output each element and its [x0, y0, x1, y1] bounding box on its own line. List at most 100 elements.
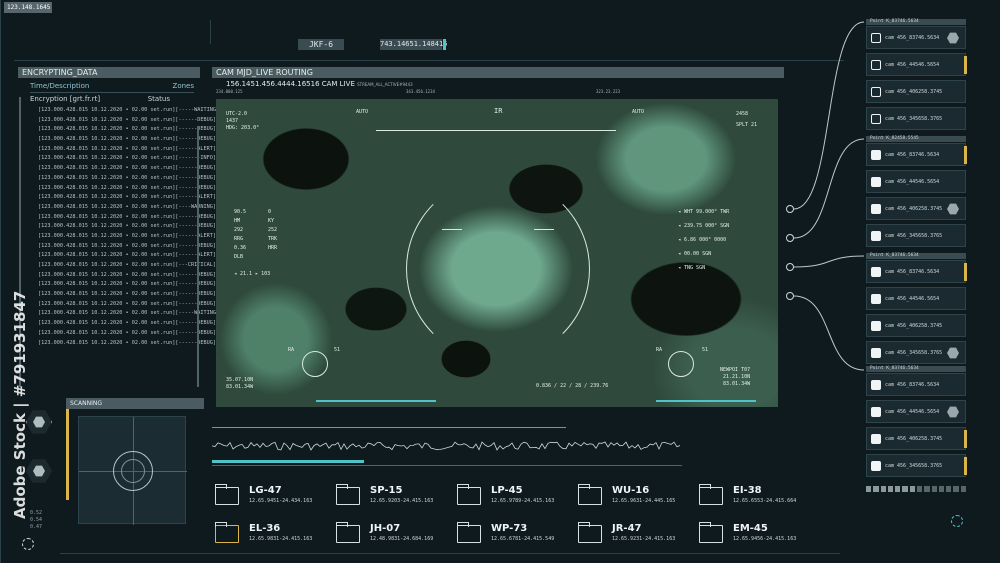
camera-item[interactable]: cam 456_83746.5634 [866, 373, 966, 396]
hud-line: HDG: 203.0° [226, 125, 260, 131]
log-status: [------DEBUG] [175, 213, 217, 220]
camera-item[interactable]: cam 456_345658.3765 [866, 107, 966, 130]
log-status: [------DEBUG] [175, 329, 217, 336]
log-scrollbar-right[interactable] [197, 127, 199, 387]
segment [960, 486, 966, 492]
target-code: JH-07 [370, 523, 401, 534]
hud-grid-cell: TRK [268, 236, 278, 242]
camera-item-label: cam 456_406258.3745 [885, 323, 943, 329]
log-row: [123.000.428.015 10.12.2020 • 02.00 set.… [38, 339, 216, 349]
checkbox[interactable] [871, 204, 881, 214]
hud-auto-right: AUTO [632, 109, 645, 115]
camera-item[interactable]: cam 456_44546.5654 [866, 400, 966, 423]
checkbox[interactable] [871, 231, 881, 241]
hud-grid-cell: KY [268, 218, 275, 224]
log-time: [123.000.428.015 10.12.2020 • 02.00 set.… [38, 145, 176, 152]
gear-icon[interactable] [786, 263, 794, 271]
camera-item[interactable]: cam 456_406258.3745 [866, 427, 967, 450]
checkbox[interactable] [871, 461, 881, 471]
gear-icon[interactable] [786, 292, 794, 300]
camera-item[interactable]: cam 456_406258.3745 [866, 314, 966, 337]
log-time: [123.000.428.015 10.12.2020 • 02.00 set.… [38, 223, 176, 230]
hud-line: 35.07.10N [226, 377, 254, 383]
checkbox[interactable] [871, 177, 881, 187]
checkbox[interactable] [871, 348, 881, 358]
camera-item-label: cam 456_83746.5634 [885, 152, 940, 158]
camera-item[interactable]: cam 456_406258.3745 [866, 197, 966, 220]
log-status: [------DEBUG] [175, 174, 217, 181]
checkbox[interactable] [871, 60, 881, 70]
log-row: [123.000.428.015 10.12.2020 • 02.00 set.… [38, 242, 216, 252]
point-group-header[interactable]: Point K_83746.5634 [866, 19, 966, 25]
camera-item[interactable]: cam 456_44546.5654 [866, 170, 966, 193]
camera-item[interactable]: cam 456_83746.5634 [866, 260, 967, 283]
camera-item[interactable]: cam 456_406258.3745 [866, 80, 966, 103]
checkbox[interactable] [871, 321, 881, 331]
tag-right[interactable]: 743.14651.148415 [380, 39, 447, 50]
camera-item[interactable]: cam 456_44546.5654 [866, 53, 967, 76]
checkbox[interactable] [871, 434, 881, 444]
camera-item[interactable]: cam 456_345658.3765 [866, 341, 966, 364]
log-row: [123.000.428.015 10.12.2020 • 02.00 set.… [38, 290, 216, 300]
small-number: 0.47 [30, 524, 43, 530]
log-time: [123.000.428.015 10.12.2020 • 02.00 set.… [38, 184, 176, 191]
point-group-header[interactable]: Point K_83746.5634 [866, 253, 966, 259]
target-tile[interactable]: EL-36 12.65.9831-24.415.163 [214, 522, 333, 549]
target-tile[interactable]: JR-47 12.65.9231-24.415.163 [577, 522, 696, 549]
hud-grid-cell: 90.5 [234, 209, 247, 215]
camera-item-label: cam 456_345658.3765 [885, 116, 943, 122]
target-tile[interactable]: LP-45 12.65.9789-24.415.163 [456, 484, 575, 511]
hud-grid-cell: 252 [268, 227, 278, 233]
point-group-header[interactable]: Point K_82458.5545 [866, 136, 966, 142]
loader-icon [22, 538, 34, 550]
tag-left[interactable]: JKF-6 [298, 39, 344, 50]
hexagon-icon [947, 406, 959, 418]
target-tile[interactable]: WP-73 12.65.6781-24.415.549 [456, 522, 575, 549]
checkbox[interactable] [871, 33, 881, 43]
stream-id: 156.1451.456.4444.16516 CAM LIVE STREAM_… [226, 80, 413, 88]
target-tile[interactable]: EM-45 12.65.9456-24.415.163 [698, 522, 817, 549]
segment [909, 486, 915, 492]
folder-icon [577, 522, 602, 543]
hud-ir: IR [494, 107, 503, 115]
hud-readout: ◂ 239.75 000° SGN [678, 223, 730, 229]
target-tile[interactable]: SP-15 12.65.9203-24.415.163 [335, 484, 454, 511]
hud-grid-cell: 0.36 [234, 245, 247, 251]
gear-icon[interactable] [786, 234, 794, 242]
hud-auto-left: AUTO [356, 109, 369, 115]
target-tile[interactable]: WU-16 12.65.9631-24.445.165 [577, 484, 696, 511]
checkbox[interactable] [871, 294, 881, 304]
checkbox[interactable] [871, 150, 881, 160]
target-tile[interactable]: JH-07 12.48.9831-24.684.169 [335, 522, 454, 549]
ret-right-label: RA [656, 347, 663, 353]
checkbox[interactable] [871, 87, 881, 97]
folder-icon [456, 522, 481, 543]
right-target-reticle[interactable] [668, 351, 694, 377]
hud-grid-cell: 0 [268, 209, 272, 215]
encrypting-data-panel: ENCRYPTING_DATA Time/Description Zones E… [18, 67, 219, 389]
wave-bottom-line [212, 465, 682, 466]
folder-icon [698, 484, 723, 505]
camera-item-label: cam 456_406258.3745 [885, 89, 943, 95]
log-time: [123.000.428.015 10.12.2020 • 02.00 set.… [38, 155, 176, 162]
camera-item[interactable]: cam 456_345658.3765 [866, 454, 967, 477]
checkbox[interactable] [871, 407, 881, 417]
log-time: [123.000.428.015 10.12.2020 • 02.00 set.… [38, 262, 176, 268]
camera-item[interactable]: cam 456_83746.5634 [866, 26, 966, 49]
center-reticle [406, 177, 590, 361]
folder-icon [214, 484, 239, 505]
checkbox[interactable] [871, 114, 881, 124]
target-tile[interactable]: LG-47 12.65.9451-24.434.163 [214, 484, 333, 511]
point-group-header[interactable]: Point K_83746.5634 [866, 366, 966, 372]
camera-item[interactable]: cam 456_83746.5634 [866, 143, 967, 166]
left-target-reticle[interactable] [302, 351, 328, 377]
camera-item[interactable]: cam 456_345658.3765 [866, 224, 966, 247]
checkbox[interactable] [871, 267, 881, 277]
target-tile[interactable]: EI-38 12.65.6553-24.415.664 [698, 484, 817, 511]
reticle-tick [534, 229, 554, 230]
camera-item[interactable]: cam 456_44546.5654 [866, 287, 966, 310]
checkbox[interactable] [871, 380, 881, 390]
gear-icon[interactable] [786, 205, 794, 213]
camera-feed[interactable]: UTC-2.0 1437 HDG: 203.0° AUTO IR AUTO 24… [216, 99, 778, 407]
log-time: [123.000.428.015 10.12.2020 • 02.00 set.… [38, 252, 176, 259]
